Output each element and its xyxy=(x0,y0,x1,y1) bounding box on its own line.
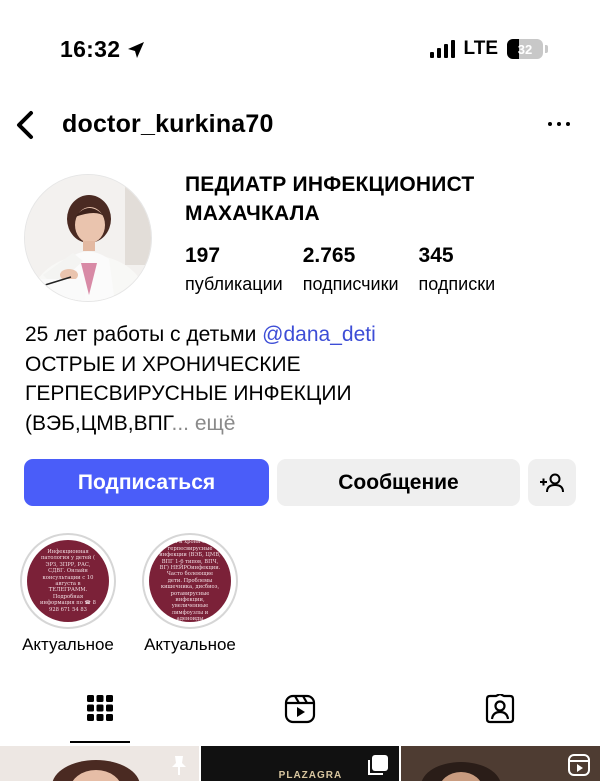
reels-icon xyxy=(284,694,316,724)
highlight-cover-text: Инфекционная патология у детей ( ЭРЗ, ЗП… xyxy=(40,548,96,613)
profile-username: doctor_kurkina70 xyxy=(62,110,274,138)
active-tab-indicator xyxy=(70,741,130,743)
stat-posts-label: публикации xyxy=(185,274,283,294)
profile-header: doctor_kurkina70 xyxy=(0,100,600,152)
bio-line-2: ОСТРЫЕ И ХРОНИЧЕСКИЕ xyxy=(25,352,301,376)
network-type: LTE xyxy=(463,38,498,59)
highlight-cover: Инфекционная патология у детей ( ЭРЗ, ЗП… xyxy=(27,540,109,622)
stat-followers[interactable]: 2.765 подписчики xyxy=(303,244,399,300)
bio-line-3: ГЕРПЕСВИРУСНЫЕ ИНФЕКЦИИ xyxy=(25,382,352,405)
signal-icon xyxy=(429,40,455,58)
battery-icon: 32 xyxy=(507,39,543,59)
stat-following-count: 345 xyxy=(418,244,454,267)
highlight-ring: Инфекционная патология у детей ( ЭРЗ, ЗП… xyxy=(20,533,116,629)
tab-grid[interactable] xyxy=(0,688,200,744)
follow-button[interactable]: Подписаться xyxy=(24,459,269,506)
profile-display-name: ПЕДИАТР ИНФЕКЦИОНИСТ МАХАЧКАЛА xyxy=(185,173,475,225)
location-arrow-icon xyxy=(128,41,145,58)
stat-posts[interactable]: 197 публикации xyxy=(185,244,283,300)
stat-following[interactable]: 345 подписки xyxy=(419,244,496,300)
message-button[interactable]: Сообщение xyxy=(277,459,520,506)
story-highlight-1[interactable]: Инфекционная патология у детей ( ЭРЗ, ЗП… xyxy=(16,533,120,655)
profile-stats: 197 публикации 2.765 подписчики 345 подп… xyxy=(185,244,515,300)
avatar-photo xyxy=(25,175,151,301)
battery-level: 32 xyxy=(517,41,533,57)
bio-line-1: 25 лет работы с детьми @dana_deti xyxy=(25,320,585,350)
back-chevron-icon[interactable] xyxy=(12,108,40,142)
profile-tabs xyxy=(0,688,600,744)
stat-followers-count: 2.765 xyxy=(302,244,356,267)
status-time: 16:32 xyxy=(60,36,146,63)
post-thumbnail-3[interactable] xyxy=(401,746,600,781)
bio-mention-link[interactable]: @dana_deti xyxy=(262,323,376,346)
stat-posts-count: 197 xyxy=(185,244,221,267)
bio-line-4-text: (ВЭБ,ЦМВ,ВПГ xyxy=(25,411,172,435)
stat-followers-label: подписчики xyxy=(302,274,399,294)
stat-following-label: подписки xyxy=(418,274,496,294)
grid-icon xyxy=(87,695,113,721)
reels-icon xyxy=(568,754,591,776)
post-thumbnail-1[interactable] xyxy=(0,746,199,781)
highlight-label: Актуальное xyxy=(22,635,114,654)
highlight-ring: Семья и хронические герпесвирусные инфек… xyxy=(142,533,238,629)
post-2-overlay-text: PLAZAGRA xyxy=(278,770,343,781)
suggest-users-button[interactable] xyxy=(528,459,576,506)
carousel-icon xyxy=(368,755,389,775)
bio-more-link[interactable]: ещё xyxy=(195,412,236,435)
highlight-cover-text: Семья и хронические герпесвирусные инфек… xyxy=(159,540,221,622)
status-indicators: LTE 32 xyxy=(429,38,548,60)
tab-reels[interactable] xyxy=(200,688,400,744)
posts-grid: PLAZAGRA xyxy=(0,746,600,781)
bio-text: 25 лет работы с детьми xyxy=(25,323,263,346)
add-person-icon xyxy=(540,473,564,492)
tab-tagged[interactable] xyxy=(400,688,600,744)
battery-cap xyxy=(545,45,548,53)
bio-ellipsis: ... xyxy=(171,411,195,435)
tagged-person-icon xyxy=(485,694,515,724)
time-text: 16:32 xyxy=(60,36,121,62)
bio-line-4: (ВЭБ,ЦМВ,ВПГ... ещё xyxy=(25,409,585,439)
pin-icon xyxy=(171,756,186,775)
highlight-label: Актуальное xyxy=(144,635,236,654)
post-thumbnail-2[interactable]: PLAZAGRA xyxy=(200,746,400,781)
status-bar: 16:32 LTE 32 xyxy=(0,0,600,96)
story-highlight-2[interactable]: Семья и хронические герпесвирусные инфек… xyxy=(138,533,242,655)
profile-bio: 25 лет работы с детьми @dana_deti ОСТРЫЕ… xyxy=(25,320,585,438)
profile-avatar[interactable] xyxy=(24,174,152,302)
highlight-cover: Семья и хронические герпесвирусные инфек… xyxy=(149,540,231,622)
more-dots-icon[interactable] xyxy=(548,122,570,126)
